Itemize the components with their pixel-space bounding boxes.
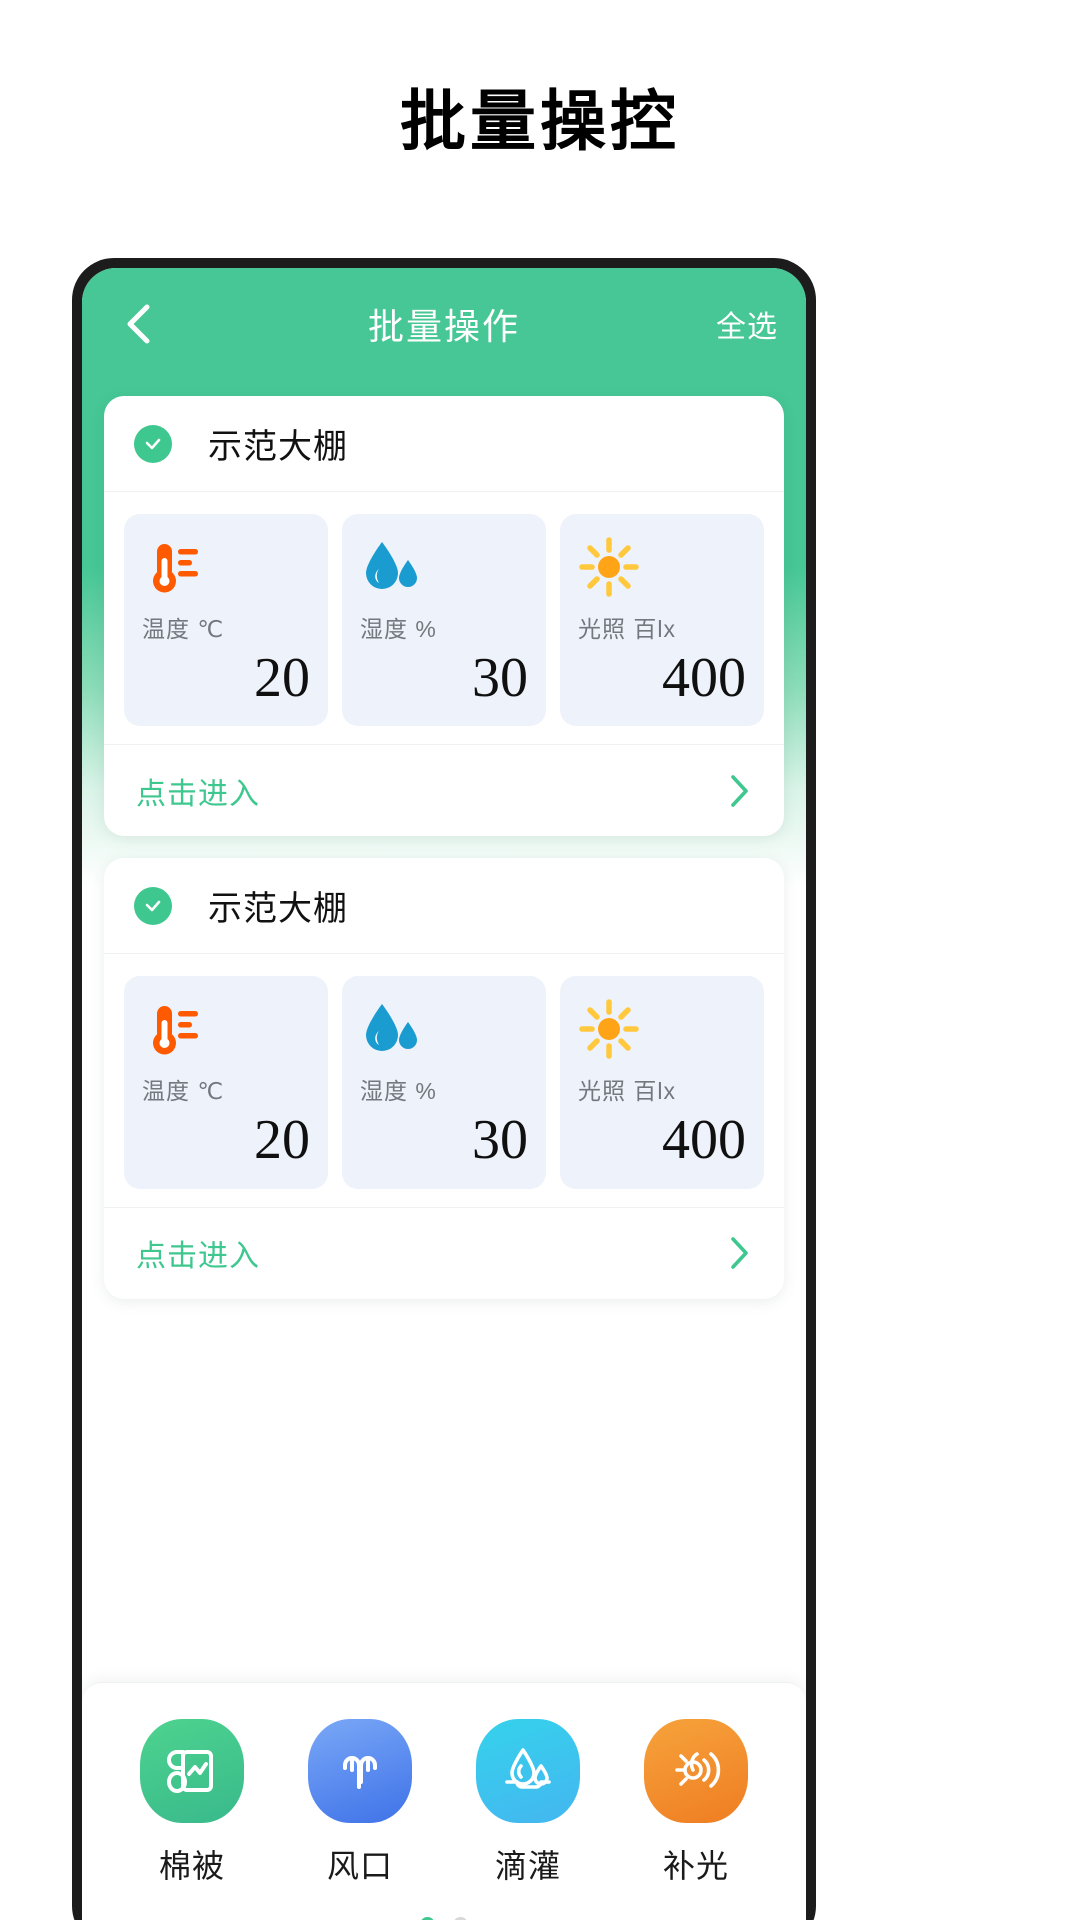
metric-label: 温度 ℃ — [142, 1078, 225, 1105]
grow-light-icon — [644, 1719, 748, 1823]
metric-label: 光照 百lx — [578, 1078, 676, 1105]
navigation-bar: 批量操作 全选 — [82, 268, 806, 380]
action-button-growlight[interactable]: 补光 — [621, 1719, 771, 1887]
drip-irrigation-icon — [476, 1719, 580, 1823]
navbar-title: 批量操作 — [367, 306, 520, 347]
metric-tile-row: 温度 ℃ 20 湿度 % 30 光照 百lx 400 — [104, 492, 784, 744]
metric-label: 湿度 % — [360, 1078, 437, 1105]
select-all-button[interactable]: 全选 — [716, 302, 778, 346]
greenhouse-card[interactable]: 示范大棚 温度 ℃ 20 湿度 % 30 光照 百lx 400 点击进入 — [104, 858, 784, 1299]
action-button-row: 棉被 风口 滴灌 补光 — [82, 1719, 806, 1887]
check-circle-icon — [141, 432, 165, 456]
thermometer-icon — [142, 998, 310, 1060]
metric-tile-light: 光照 百lx 400 — [560, 976, 764, 1189]
greenhouse-enter-row[interactable]: 点击进入 — [104, 1206, 784, 1299]
action-label: 风口 — [326, 1848, 393, 1884]
bottom-action-bar: 棉被 风口 滴灌 补光 — [82, 1682, 806, 1920]
metric-tile-temperature: 温度 ℃ 20 — [124, 514, 328, 727]
metric-tile-temperature: 温度 ℃ 20 — [124, 976, 328, 1189]
phone-screen: 批量操作 全选 示范大棚 温度 ℃ 20 湿度 % 30 光照 百lx 400 … — [82, 268, 806, 1920]
metric-value: 30 — [472, 1109, 528, 1172]
greenhouse-card-list: 示范大棚 温度 ℃ 20 湿度 % 30 光照 百lx 400 点击进入 示范大… — [82, 380, 806, 1299]
metric-tile-humidity: 湿度 % 30 — [342, 976, 546, 1189]
page-root: 批量操控 批量操作 全选 示范大棚 温度 ℃ 20 湿度 % 30 光照 百lx… — [0, 0, 1080, 1920]
sun-icon — [578, 536, 746, 598]
metric-tile-humidity: 湿度 % 30 — [342, 514, 546, 727]
check-circle-icon — [141, 894, 165, 918]
metric-label: 光照 百lx — [578, 616, 676, 642]
phone-mockup-frame: 批量操作 全选 示范大棚 温度 ℃ 20 湿度 % 30 光照 百lx 400 … — [72, 258, 816, 1920]
action-label: 补光 — [662, 1848, 729, 1884]
enter-label: 点击进入 — [136, 1240, 260, 1274]
metric-value: 20 — [254, 1109, 310, 1172]
water-drop-icon — [360, 536, 528, 598]
thermometer-icon — [142, 536, 310, 598]
metric-label: 湿度 % — [360, 616, 437, 642]
greenhouse-card-header: 示范大棚 — [104, 396, 784, 492]
metric-value: 400 — [662, 647, 746, 709]
page-title: 批量操控 — [400, 84, 680, 158]
metric-value: 30 — [472, 647, 528, 709]
vent-airflow-icon — [308, 1719, 412, 1823]
action-label: 滴灌 — [494, 1848, 561, 1884]
greenhouse-name: 示范大棚 — [208, 890, 348, 929]
action-button-vent[interactable]: 风口 — [285, 1719, 435, 1887]
enter-label: 点击进入 — [136, 777, 260, 811]
greenhouse-name: 示范大棚 — [208, 428, 348, 466]
quilt-roll-icon — [140, 1719, 244, 1823]
greenhouse-select-checkbox[interactable] — [134, 424, 172, 463]
greenhouse-select-checkbox[interactable] — [134, 886, 172, 925]
chevron-left-icon — [121, 301, 155, 347]
greenhouse-card[interactable]: 示范大棚 温度 ℃ 20 湿度 % 30 光照 百lx 400 点击进入 — [104, 396, 784, 837]
metric-tile-row: 温度 ℃ 20 湿度 % 30 光照 百lx 400 — [104, 954, 784, 1206]
chevron-right-icon — [726, 1234, 752, 1272]
metric-tile-light: 光照 百lx 400 — [560, 514, 764, 727]
chevron-right-icon — [726, 772, 752, 810]
metric-value: 400 — [662, 1109, 746, 1172]
metric-value: 20 — [254, 647, 310, 709]
sun-icon — [578, 998, 746, 1060]
action-button-quilt[interactable]: 棉被 — [117, 1719, 267, 1887]
back-button[interactable] — [110, 296, 166, 352]
action-label: 棉被 — [158, 1848, 225, 1884]
greenhouse-enter-row[interactable]: 点击进入 — [104, 744, 784, 836]
metric-label: 温度 ℃ — [142, 616, 225, 642]
greenhouse-card-header: 示范大棚 — [104, 858, 784, 955]
water-drop-icon — [360, 998, 528, 1060]
action-button-drip[interactable]: 滴灌 — [453, 1719, 603, 1887]
